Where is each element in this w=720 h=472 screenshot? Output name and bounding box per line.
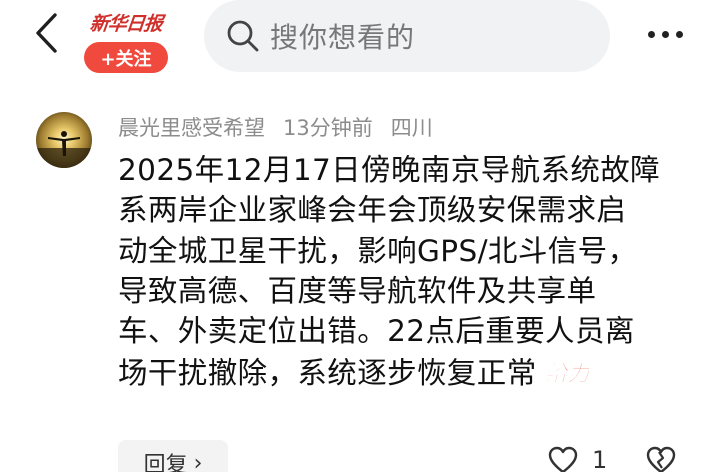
more-dots-icon bbox=[647, 30, 683, 38]
comment-line: 场干扰撤除，系统逐步恢复正常 bbox=[118, 356, 537, 391]
comment-line: 导致高德、百度等导航软件及共享单 bbox=[118, 273, 597, 308]
user-name[interactable]: 晨光里感受希望 bbox=[118, 112, 265, 142]
publisher-block: 新华日报 +关注 bbox=[84, 2, 168, 73]
back-button[interactable] bbox=[24, 8, 68, 58]
reply-label: 回复 bbox=[143, 453, 188, 472]
chevron-right-icon: › bbox=[193, 450, 203, 472]
comment-line: 系两岸企业家峰会年会顶级安保需求启 bbox=[118, 193, 627, 228]
geili-sticker-icon: 给力 bbox=[544, 361, 589, 388]
search-placeholder: 搜你想看的 bbox=[270, 21, 416, 54]
publisher-logo[interactable]: 新华日报 bbox=[88, 2, 164, 42]
comment-body: 2025年12月17日傍晚南京导航系统故障 系两岸企业家峰会年会顶级安保需求启 … bbox=[118, 150, 696, 394]
search-icon bbox=[227, 20, 259, 52]
dislike-button[interactable] bbox=[646, 446, 676, 472]
publisher-logo-text: 新华日报 bbox=[88, 12, 164, 35]
follow-button[interactable]: +关注 bbox=[84, 42, 168, 73]
like-button[interactable]: 1 bbox=[548, 446, 607, 472]
comment-time: 13分钟前 bbox=[283, 116, 373, 140]
dislike-heart-icon bbox=[646, 446, 676, 472]
search-input[interactable]: 搜你想看的 bbox=[204, 0, 610, 72]
reply-button[interactable]: 回复 › bbox=[118, 440, 228, 472]
comment-line: 动全城卫星干扰，影响GPS/北斗信号， bbox=[118, 233, 638, 268]
comment-line: 车、外卖定位出错。22点后重要人员离 bbox=[118, 314, 635, 349]
comment-line: 2025年12月17日傍晚南京导航系统故障 bbox=[118, 153, 661, 187]
more-options-button[interactable] bbox=[640, 12, 690, 56]
back-arrow-icon bbox=[36, 13, 57, 53]
comment-location: 四川 bbox=[390, 116, 433, 140]
svg-text:给力: 给力 bbox=[545, 361, 589, 387]
comment-last-line: 场干扰撤除，系统逐步恢复正常 给力 bbox=[118, 351, 696, 393]
like-count: 1 bbox=[592, 446, 608, 472]
avatar[interactable] bbox=[36, 112, 92, 168]
heart-outline-icon bbox=[548, 446, 578, 472]
top-bar: 新华日报 +关注 搜你想看的 bbox=[0, 0, 720, 90]
avatar-image bbox=[36, 112, 92, 168]
comment-meta: 晨光里感受希望 13分钟前 四川 bbox=[118, 112, 433, 142]
